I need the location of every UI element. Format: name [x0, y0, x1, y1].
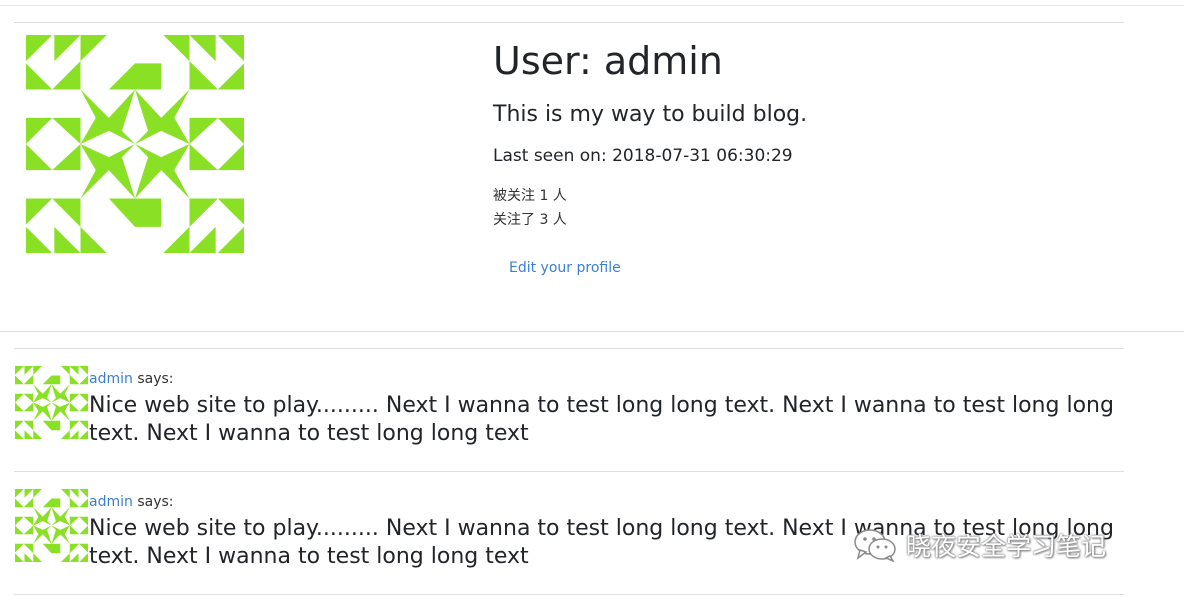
watermark: 晓夜安全学习笔记 — [852, 528, 1106, 562]
post-meta: admin says: — [89, 369, 174, 389]
edit-profile-link[interactable]: Edit your profile — [509, 258, 621, 278]
followers-count: 被关注 1 人 — [493, 188, 567, 204]
divider — [14, 471, 1124, 472]
watermark-text: 晓夜安全学习笔记 — [906, 532, 1107, 561]
divider — [0, 5, 1184, 6]
wechat-icon — [854, 529, 896, 562]
profile-avatar — [26, 35, 244, 253]
divider — [14, 594, 1124, 595]
post-meta: admin says: — [89, 492, 174, 512]
following-count: 关注了 3 人 — [493, 212, 567, 228]
page-title: User: admin — [493, 39, 723, 83]
divider — [0, 331, 1184, 332]
post-author-link[interactable]: admin — [89, 371, 133, 387]
about-me: This is my way to build blog. — [493, 102, 808, 127]
post-avatar[interactable] — [15, 489, 88, 562]
divider — [14, 22, 1124, 23]
post-says: says: — [132, 371, 174, 387]
post-avatar[interactable] — [15, 366, 88, 439]
post-body: Nice web site to play......... Next I wa… — [89, 393, 1114, 446]
divider — [14, 348, 1124, 349]
post-says: says: — [132, 494, 174, 510]
last-seen: Last seen on: 2018-07-31 06:30:29 — [493, 146, 793, 166]
post-author-link[interactable]: admin — [89, 494, 133, 510]
